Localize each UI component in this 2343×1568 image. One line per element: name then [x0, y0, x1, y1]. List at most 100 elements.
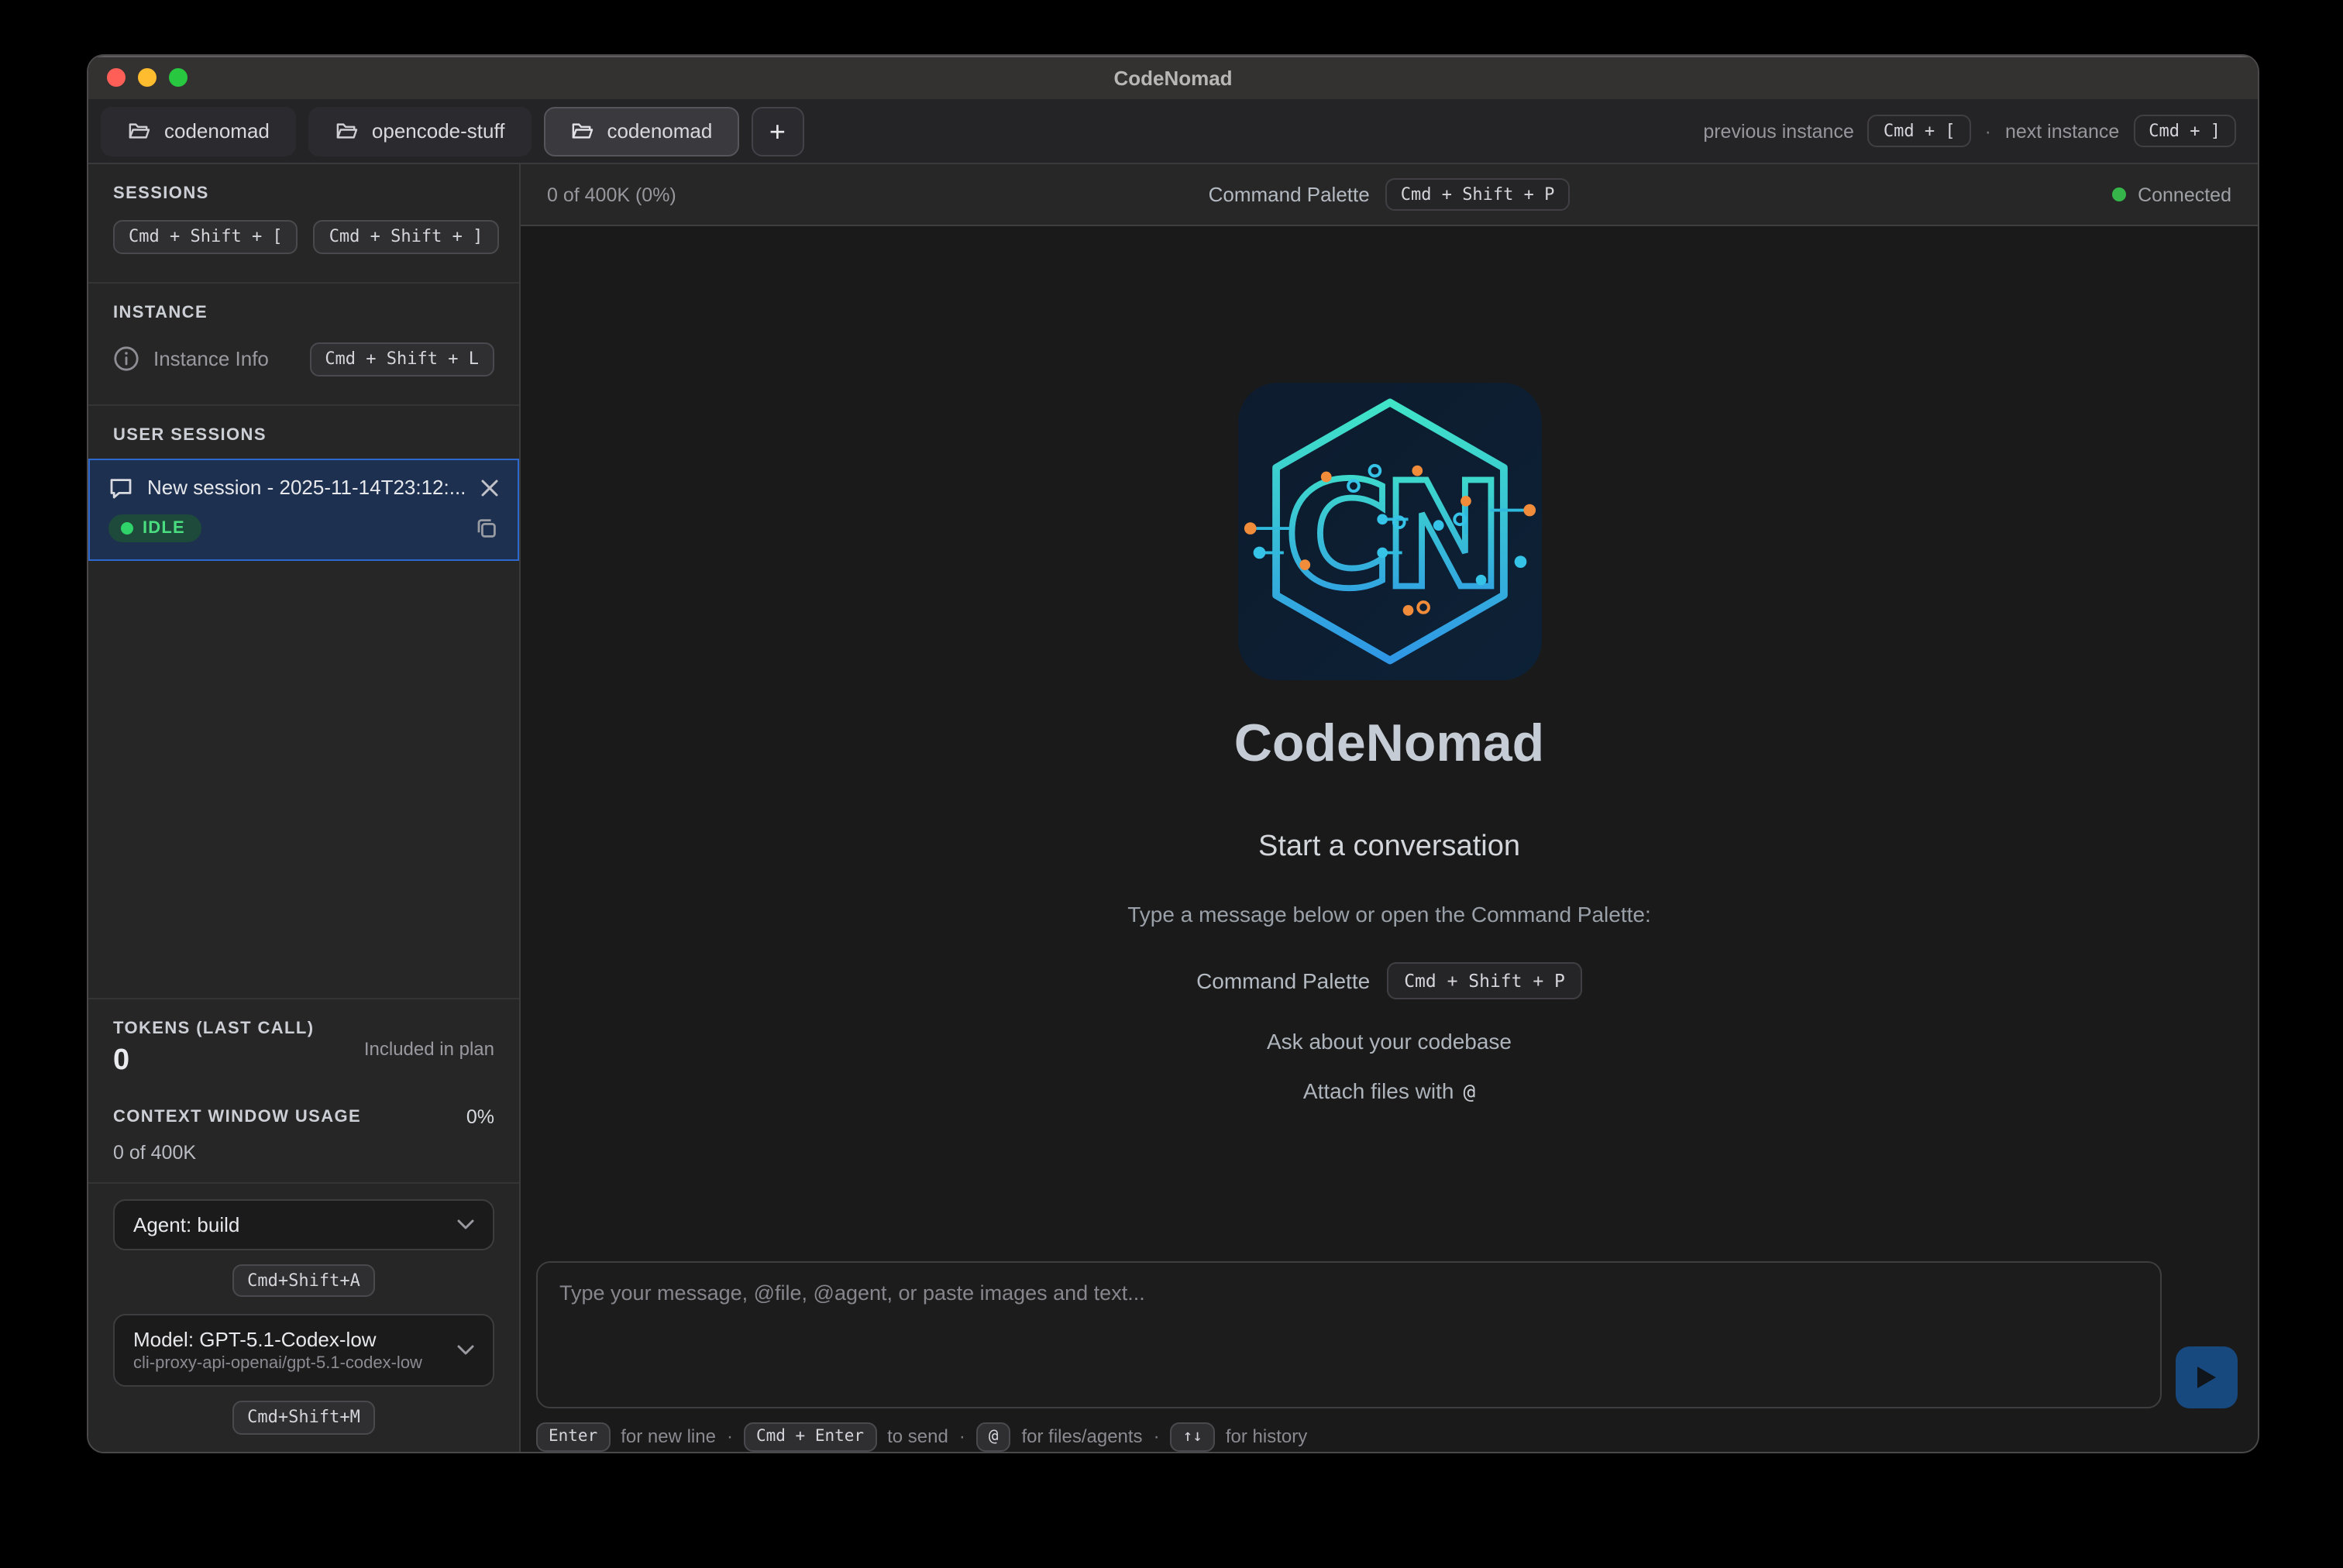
fullscreen-window-button[interactable] [169, 68, 188, 87]
session-item-selected[interactable]: New session - 2025-11-14T23:12:... IDLE [88, 458, 519, 560]
command-palette-kbd: Cmd + Shift + P [1385, 177, 1571, 211]
enter-hint-label: for new line [621, 1426, 716, 1448]
connected-label: Connected [2138, 184, 2231, 205]
plan-note: Included in plan [364, 1037, 494, 1059]
window-title: CodeNomad [1113, 66, 1232, 89]
agent-select-label: Agent: build [133, 1212, 445, 1236]
main-panel: 0 of 400K (0%) Command Palette Cmd + Shi… [521, 164, 2258, 1452]
status-label: IDLE [143, 518, 185, 537]
sidebar-spacer [88, 560, 519, 997]
tokens-header: TOKENS (LAST CALL) [113, 1019, 314, 1037]
agent-select-kbd: Cmd+Shift+A [232, 1264, 376, 1298]
tab-label: codenomad [164, 119, 270, 143]
history-hint-label: for history [1226, 1426, 1307, 1448]
enter-kbd: Enter [536, 1422, 610, 1452]
close-icon [480, 478, 499, 497]
folder-icon [335, 121, 358, 141]
chat-bubble-icon [108, 475, 133, 500]
content-row: SESSIONS Cmd + Shift + [ Cmd + Shift + ]… [88, 164, 2258, 1452]
instance-section: INSTANCE Instance Info Cmd + Shift + L [88, 284, 519, 406]
instance-info-row[interactable]: Instance Info Cmd + Shift + L [113, 342, 494, 377]
tip-attach-files: Attach files with@ [1303, 1078, 1475, 1105]
copy-session-button[interactable] [474, 515, 499, 540]
codenomad-logo: CN [1237, 383, 1541, 680]
context-usage-percent: 0% [466, 1106, 494, 1127]
session-title: New session - 2025-11-14T23:12:... [147, 476, 466, 499]
sessions-shortcuts: Cmd + Shift + [ Cmd + Shift + ] [113, 220, 494, 254]
send-button[interactable] [2176, 1346, 2238, 1408]
screen: CodeNomad codenomad opencode-stuff cod [0, 0, 2343, 1568]
info-icon [113, 346, 139, 372]
send-hint-label: to send [887, 1426, 948, 1448]
connection-status: Connected [1726, 184, 2231, 205]
titlebar: CodeNomad [88, 56, 2258, 99]
prev-session-kbd: Cmd + Shift + [ [113, 220, 298, 254]
agent-select[interactable]: Agent: build [113, 1198, 494, 1250]
user-sessions-header: USER SESSIONS [88, 425, 519, 444]
idle-dot-icon [121, 521, 133, 534]
tip-ask-codebase: Ask about your codebase [1267, 1029, 1512, 1054]
instance-header: INSTANCE [113, 304, 494, 322]
welcome-screen: CN [521, 226, 2258, 1261]
folder-icon [569, 121, 593, 141]
at-kbd: @ [976, 1422, 1011, 1452]
command-palette-hint[interactable]: Command Palette Cmd + Shift + P [1052, 177, 1726, 211]
welcome-subheading: Type a message below or open the Command… [1127, 902, 1651, 927]
previous-instance-label: previous instance [1703, 120, 1854, 142]
at-hint-label: for files/agents [1021, 1426, 1142, 1448]
model-select[interactable]: Model: GPT-5.1-Codex-low cli-proxy-api-o… [113, 1315, 494, 1387]
welcome-app-name: CodeNomad [1234, 714, 1544, 775]
welcome-heading: Start a conversation [1258, 830, 1520, 865]
separator-dot: · [1154, 1426, 1160, 1448]
instance-info-kbd: Cmd + Shift + L [309, 342, 494, 377]
close-session-button[interactable] [480, 478, 499, 497]
agent-model-section: Agent: build Cmd+Shift+A Model: GPT-5.1-… [88, 1181, 519, 1452]
tab-codenomad-1[interactable]: codenomad [101, 106, 296, 156]
tab-opencode-stuff[interactable]: opencode-stuff [308, 106, 532, 156]
main-topbar: 0 of 400K (0%) Command Palette Cmd + Shi… [521, 164, 2258, 226]
next-session-kbd: Cmd + Shift + ] [314, 220, 499, 254]
command-palette-label: Command Palette [1209, 183, 1370, 206]
sessions-section: SESSIONS Cmd + Shift + [ Cmd + Shift + ] [88, 164, 519, 284]
new-tab-button[interactable]: + [751, 106, 803, 156]
instance-info-label: Instance Info [153, 347, 295, 370]
close-window-button[interactable] [107, 68, 126, 87]
status-badge: IDLE [108, 514, 202, 542]
tab-label: opencode-stuff [372, 119, 505, 143]
composer-hints: Enter for new line · Cmd + Enter to send… [536, 1422, 2238, 1452]
next-instance-kbd: Cmd + ] [2133, 114, 2236, 148]
tokens-section: TOKENS (LAST CALL) 0 Included in plan CO… [88, 997, 519, 1181]
chevron-down-icon [457, 1219, 474, 1229]
sessions-header: SESSIONS [113, 184, 494, 203]
history-kbd: ↑↓ [1171, 1422, 1215, 1452]
separator-dot: · [959, 1426, 965, 1448]
context-usage-header: CONTEXT WINDOW USAGE [113, 1107, 361, 1126]
send-kbd: Cmd + Enter [744, 1422, 876, 1452]
welcome-palette-label: Command Palette [1196, 968, 1370, 993]
minimize-window-button[interactable] [138, 68, 157, 87]
at-symbol: @ [1463, 1081, 1475, 1105]
folder-icon [127, 121, 150, 141]
context-usage-detail: 0 of 400K [113, 1141, 494, 1163]
model-select-label: Model: GPT-5.1-Codex-low [133, 1329, 445, 1352]
tab-codenomad-2-active[interactable]: codenomad [543, 106, 738, 156]
model-select-kbd: Cmd+Shift+M [232, 1401, 376, 1436]
message-input[interactable] [536, 1261, 2162, 1408]
instance-switcher: previous instance Cmd + [ · next instanc… [1703, 114, 2236, 148]
composer-row [536, 1261, 2238, 1408]
context-usage-indicator: 0 of 400K (0%) [547, 184, 1052, 205]
welcome-palette-kbd: Cmd + Shift + P [1387, 962, 1582, 1000]
user-sessions-section: USER SESSIONS New session - 2025-11-14T2… [88, 405, 519, 560]
separator-dot: · [1985, 120, 1991, 142]
model-select-sub: cli-proxy-api-openai/gpt-5.1-codex-low [133, 1355, 445, 1374]
svg-text:CN: CN [1284, 451, 1495, 621]
welcome-palette-row[interactable]: Command Palette Cmd + Shift + P [1196, 962, 1582, 1000]
sidebar: SESSIONS Cmd + Shift + [ Cmd + Shift + ]… [88, 164, 521, 1452]
traffic-lights [107, 56, 188, 99]
tokens-value: 0 [113, 1044, 314, 1078]
next-instance-label: next instance [2005, 120, 2119, 142]
copy-icon [474, 515, 499, 540]
connected-dot-icon [2111, 187, 2125, 201]
chevron-down-icon [457, 1346, 474, 1357]
send-play-icon [2197, 1367, 2216, 1388]
